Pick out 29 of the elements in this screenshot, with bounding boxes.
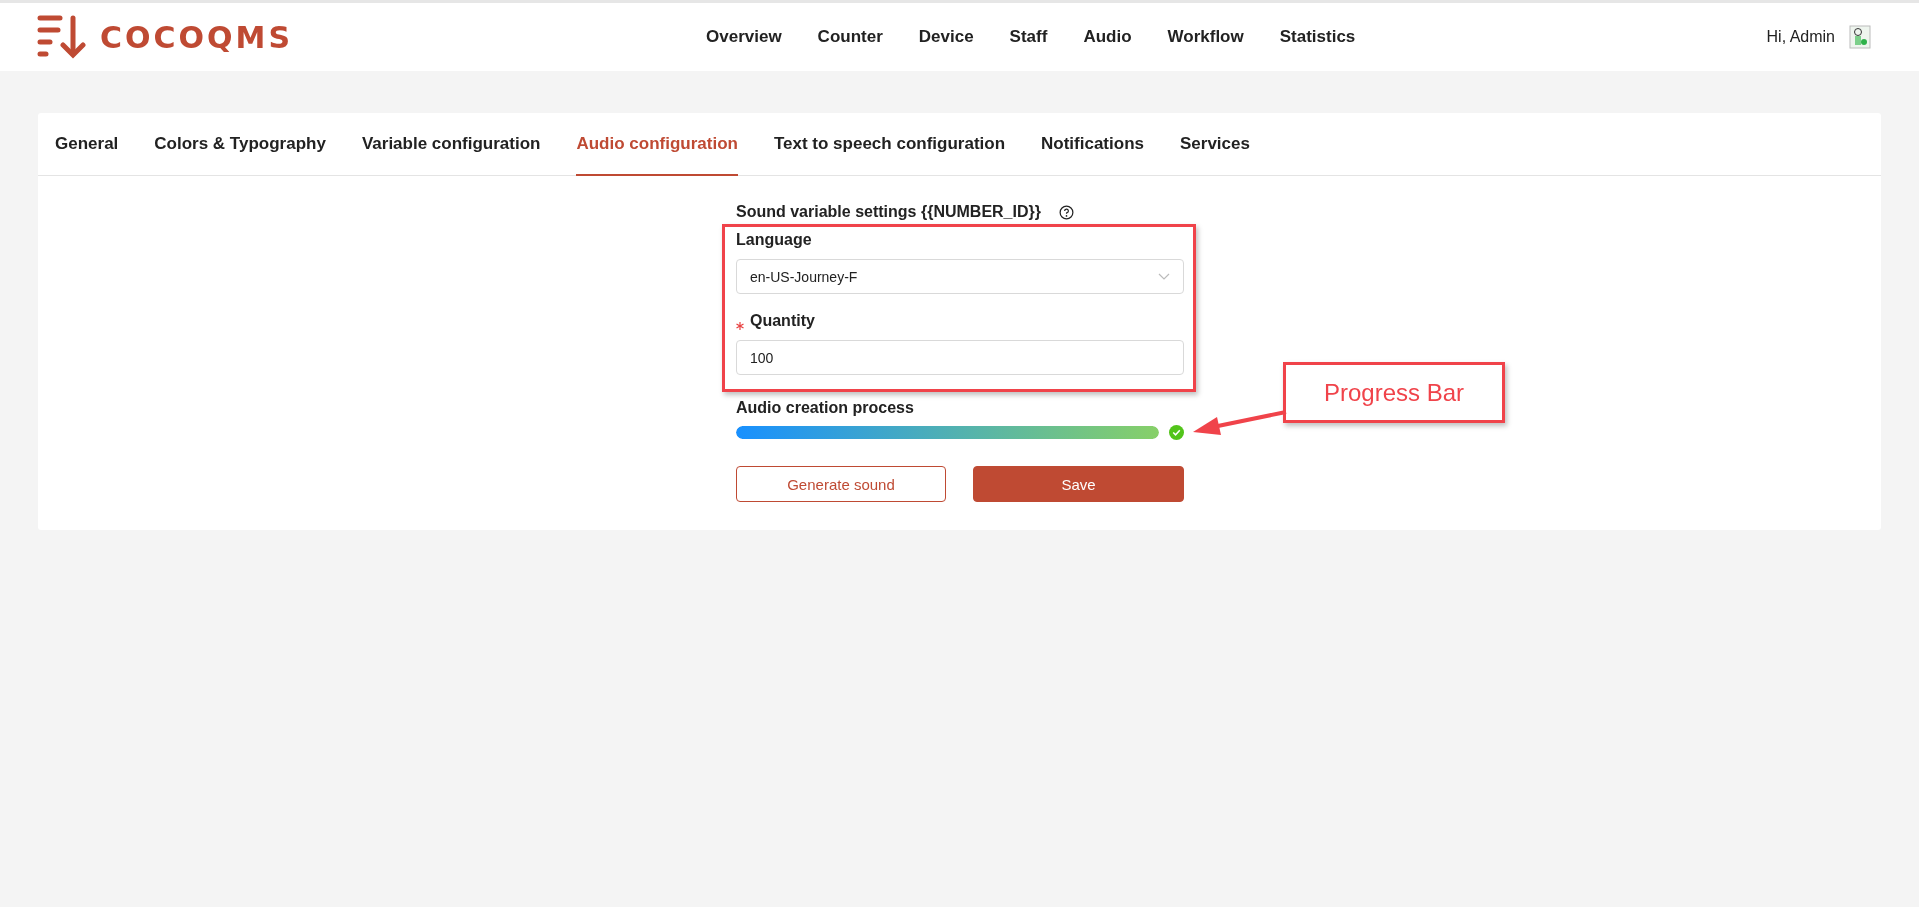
user-avatar-icon[interactable]	[1849, 25, 1871, 49]
help-icon[interactable]	[1058, 204, 1074, 220]
chevron-down-icon	[1158, 272, 1170, 281]
section-title: Sound variable settings {{NUMBER_ID}}	[736, 203, 1041, 221]
field-label: Quantity	[750, 312, 815, 330]
save-button[interactable]: Save	[973, 466, 1184, 502]
nav-link[interactable]: Overview	[706, 27, 782, 47]
nav-link[interactable]: Workflow	[1167, 27, 1244, 47]
progress-label: Audio creation process	[736, 399, 915, 417]
nav-link[interactable]: Staff	[1009, 27, 1048, 47]
settings-tab[interactable]: Notifications	[1041, 113, 1144, 176]
generate-button[interactable]: Generate sound	[736, 466, 946, 502]
nav-link[interactable]: Audio	[1083, 27, 1132, 47]
language-select[interactable]: en-US-Journey-F	[736, 259, 1184, 294]
settings-tab[interactable]: Variable configuration	[361, 113, 541, 176]
logo-text: COCOQMS	[100, 19, 293, 55]
settings-tab[interactable]: Audio configuration	[576, 113, 738, 176]
callout-box: Progress Bar	[1283, 362, 1505, 423]
nav-link[interactable]: Statistics	[1279, 27, 1356, 47]
greeting-text: Hi, Admin	[1766, 28, 1835, 46]
quantity-input[interactable]: 100	[736, 340, 1184, 375]
settings-tab[interactable]: Text to speech configuration	[773, 113, 1006, 176]
settings-tab[interactable]: Colors & Typography	[154, 113, 326, 176]
settings-tab[interactable]: General	[55, 113, 119, 176]
field-label: Language	[736, 231, 813, 249]
settings-tab[interactable]: Services	[1180, 113, 1250, 176]
nav-link[interactable]: Device	[918, 27, 974, 47]
logo-icon	[36, 14, 86, 60]
nav-link[interactable]: Counter	[817, 27, 883, 47]
